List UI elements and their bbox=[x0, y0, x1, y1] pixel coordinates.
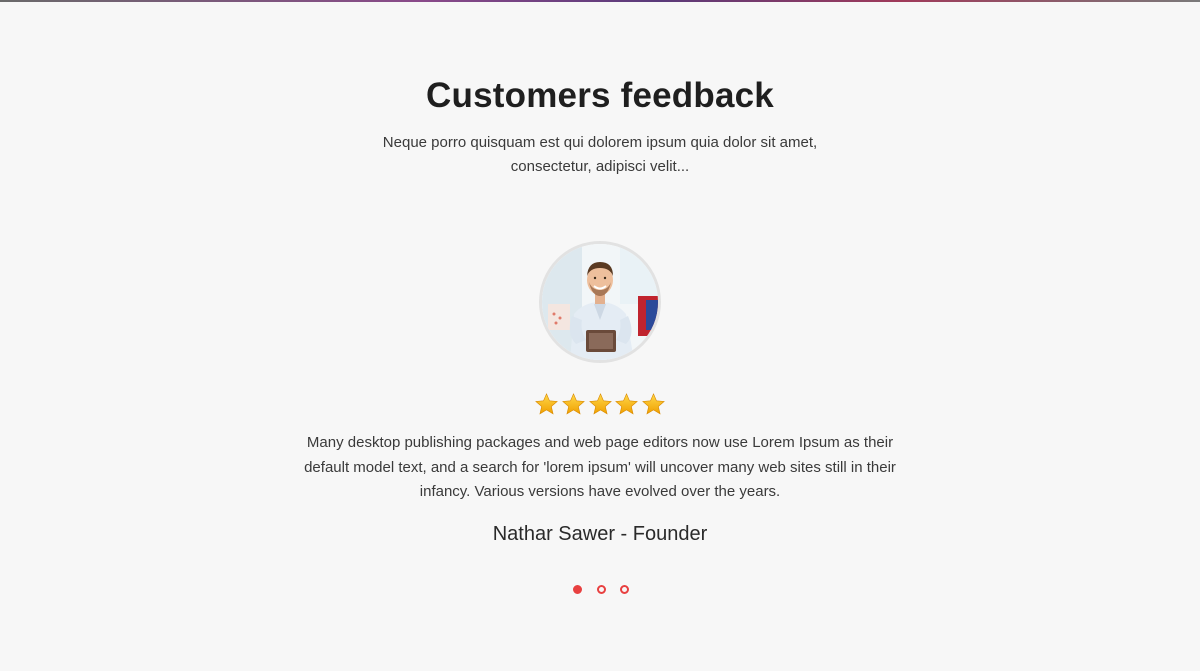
section-title: Customers feedback bbox=[426, 76, 774, 115]
carousel-dot-3[interactable] bbox=[620, 584, 629, 594]
star-icon bbox=[588, 393, 612, 415]
star-icon bbox=[615, 393, 639, 415]
customer-avatar bbox=[539, 241, 661, 363]
testimonial-quote: Many desktop publishing packages and web… bbox=[304, 434, 896, 500]
rating-stars bbox=[534, 392, 666, 418]
star-icon bbox=[535, 393, 558, 415]
section-subtitle: Neque porro quisquam est qui dolorem ips… bbox=[382, 134, 818, 175]
testimonial-author: Nathar Sawer - Founder bbox=[492, 523, 708, 545]
carousel-pagination bbox=[573, 583, 629, 595]
carousel-dot-2[interactable] bbox=[596, 584, 606, 594]
star-icon bbox=[561, 393, 585, 415]
carousel-dot-1[interactable] bbox=[573, 584, 582, 594]
star-icon bbox=[642, 393, 665, 415]
customer-feedback-section: Customers feedback Neque porro quisquam … bbox=[0, 0, 1200, 671]
